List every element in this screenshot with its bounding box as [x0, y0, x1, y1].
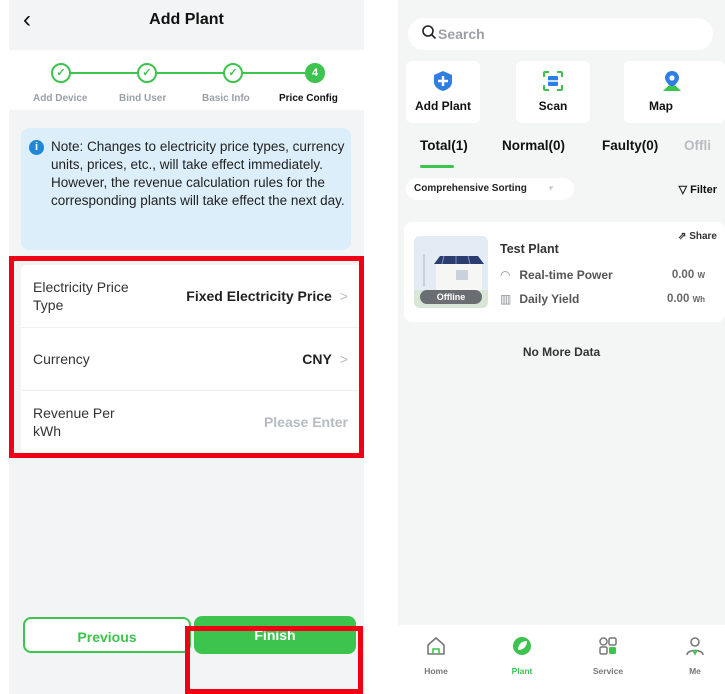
filter-label: Filter	[690, 184, 717, 196]
search-placeholder: Search	[438, 26, 485, 42]
step-connector	[69, 72, 139, 74]
tab-offline[interactable]: Offli	[684, 138, 711, 153]
nav-label: Service	[592, 666, 624, 676]
search-icon	[422, 25, 437, 40]
step-connector	[155, 72, 225, 74]
search-bar[interactable]: Search	[408, 18, 713, 50]
metric-unit: Wh	[692, 295, 705, 304]
nav-home[interactable]: Home	[406, 635, 466, 676]
realtime-power-metric: ◠ Real-time Power	[500, 268, 613, 282]
header: ‹ Add Plant	[9, 0, 364, 40]
plant-icon	[513, 637, 531, 655]
step-label-bind-user: Bind User	[119, 93, 167, 104]
nav-service[interactable]: Service	[578, 635, 638, 676]
step-check-icon: ✓	[137, 63, 157, 83]
nav-label: Home	[424, 666, 448, 676]
daily-yield-metric: ▥ Daily Yield	[500, 292, 579, 306]
step-connector	[241, 72, 305, 74]
nav-label: Plant	[511, 666, 533, 676]
scan-action[interactable]: Scan	[516, 61, 590, 123]
active-tab-indicator	[420, 165, 454, 168]
plus-shield-icon	[434, 71, 452, 91]
step-number-badge: 4	[305, 63, 325, 83]
map-action[interactable]: Map	[624, 61, 725, 123]
step-label-price-config: Price Config	[279, 93, 338, 104]
realtime-power-value: 0.00 W	[672, 269, 705, 281]
home-icon	[427, 636, 445, 655]
add-plant-action[interactable]: Add Plant	[406, 61, 480, 123]
step-check-icon: ✓	[51, 63, 71, 83]
info-icon: i	[29, 140, 44, 155]
metric-value: 0.00	[666, 293, 690, 305]
tab-total[interactable]: Total(1)	[420, 138, 468, 153]
previous-button[interactable]: Previous	[23, 617, 191, 653]
sort-dropdown[interactable]: Comprehensive Sorting ▾	[406, 178, 574, 200]
share-label: Share	[689, 231, 717, 242]
person-icon	[686, 637, 704, 656]
tab-normal[interactable]: Normal(0)	[502, 138, 565, 153]
tab-faulty[interactable]: Faulty(0)	[602, 138, 658, 153]
step-indicator: ✓ ✓ ✓ 4 Add Device Bind User Basic Info …	[9, 50, 364, 110]
status-tabs: Total(1) Normal(0) Faulty(0) Offli	[398, 138, 725, 162]
bar-chart-icon: ▥	[500, 292, 512, 306]
no-more-data-text: No More Data	[522, 345, 601, 359]
nav-plant[interactable]: Plant	[492, 635, 552, 676]
info-note: i Note: Changes to electricity price typ…	[21, 128, 351, 250]
note-text: Note: Changes to electricity price types…	[51, 139, 345, 208]
map-pin-icon	[663, 71, 681, 91]
gauge-icon: ◠	[500, 268, 511, 282]
chevron-down-icon: ▾	[548, 183, 553, 193]
scan-icon	[543, 71, 563, 91]
action-label: Scan	[538, 99, 568, 113]
metric-unit: W	[697, 271, 705, 280]
share-icon: ⇗	[678, 231, 687, 242]
filter-button[interactable]: ▽ Filter	[679, 183, 717, 196]
highlight-box-finish	[185, 626, 363, 694]
filter-icon: ▽	[678, 184, 688, 196]
highlight-box-form	[9, 256, 364, 458]
status-badge: Offline	[420, 290, 482, 304]
share-button[interactable]: ⇗ Share	[678, 231, 717, 242]
metric-label: Real-time Power	[519, 268, 613, 282]
step-label-basic-info: Basic Info	[202, 93, 250, 104]
action-label: Map	[649, 99, 673, 113]
nav-label: Me	[689, 666, 701, 676]
metric-value: 0.00	[671, 269, 695, 281]
page-title: Add Plant	[149, 11, 224, 28]
action-label: Add Plant	[415, 99, 471, 113]
nav-me[interactable]: Me	[665, 635, 725, 676]
plant-list-screen: Search Add Plant Scan Map Total(1) Norma…	[398, 0, 725, 694]
bottom-navigation: Home Plant Service Me	[398, 625, 725, 694]
service-grid-icon	[599, 637, 617, 655]
sort-label: Comprehensive Sorting	[414, 183, 527, 194]
metric-label: Daily Yield	[519, 292, 580, 306]
step-check-icon: ✓	[223, 63, 243, 83]
daily-yield-value: 0.00 Wh	[667, 293, 705, 305]
step-label-add-device: Add Device	[33, 93, 88, 104]
plant-name: Test Plant	[500, 242, 559, 256]
plant-card[interactable]: Offline Test Plant ⇗ Share ◠ Real-time P…	[404, 222, 725, 322]
sort-filter-bar: Comprehensive Sorting ▾ ▽ Filter	[398, 178, 725, 202]
